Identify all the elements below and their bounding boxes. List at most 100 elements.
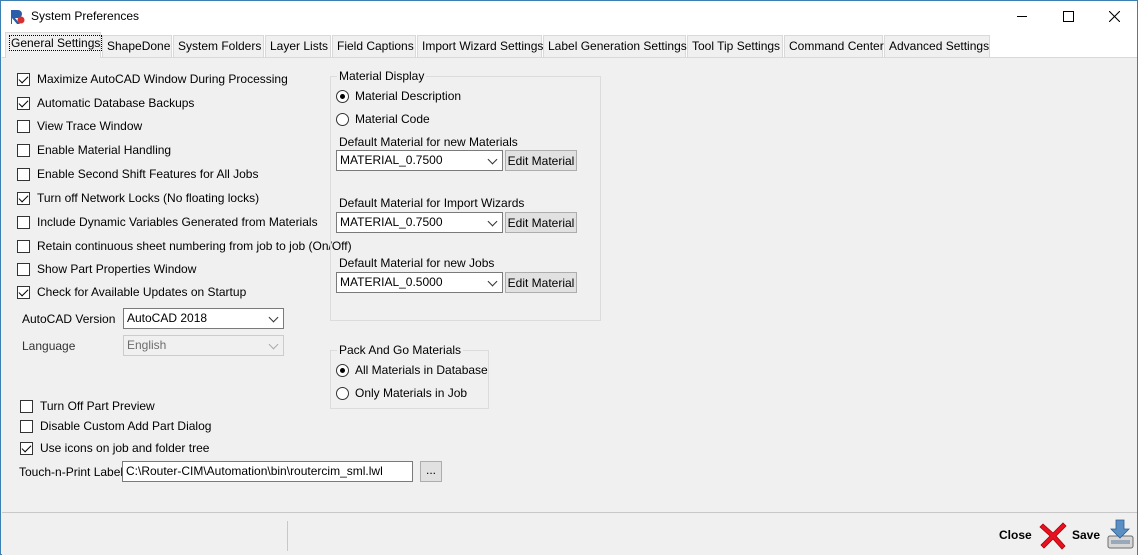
tab-label: Advanced Settings xyxy=(889,39,990,53)
checkbox-label: Enable Second Shift Features for All Job… xyxy=(37,167,259,181)
tab-shapedone[interactable]: ShapeDone xyxy=(102,35,172,57)
edit-material-button[interactable]: Edit Material xyxy=(505,212,577,233)
checkbox-box[interactable] xyxy=(17,96,30,110)
checkbox-label: Automatic Database Backups xyxy=(37,96,195,110)
checkbox-second-shift[interactable]: Enable Second Shift Features for All Job… xyxy=(17,167,258,181)
select-value: MATERIAL_0.7500 xyxy=(340,215,443,229)
tab-layer-lists[interactable]: Layer Lists xyxy=(265,35,331,57)
tab-general-settings[interactable]: General Settings xyxy=(5,32,103,58)
checkbox-box[interactable] xyxy=(17,262,30,276)
checkbox-label: Show Part Properties Window xyxy=(37,262,197,276)
radio-material-code[interactable]: Material Code xyxy=(336,112,430,126)
language-select: English xyxy=(123,335,284,356)
checkbox-box[interactable] xyxy=(20,441,33,455)
save-label: Save xyxy=(1072,527,1101,542)
checkbox-box[interactable] xyxy=(17,72,30,86)
autocad-version-select[interactable]: AutoCAD 2018 xyxy=(123,308,284,329)
radio-dot[interactable] xyxy=(336,386,349,400)
chevron-down-icon xyxy=(487,154,498,165)
tab-label: Tool Tip Settings xyxy=(692,39,781,53)
tab-label-generation-settings[interactable]: Label Generation Settings xyxy=(543,35,687,57)
radio-only-job-materials[interactable]: Only Materials in Job xyxy=(336,386,467,400)
select-value: English xyxy=(127,338,167,352)
browse-button[interactable]: ... xyxy=(420,461,442,482)
tab-label: System Folders xyxy=(178,39,262,53)
group-title: Material Display xyxy=(337,69,427,83)
default-import-wizards-select[interactable]: MATERIAL_0.7500 xyxy=(336,212,503,233)
default-new-materials-select[interactable]: MATERIAL_0.7500 xyxy=(336,150,503,171)
radio-material-description[interactable]: Material Description xyxy=(336,89,461,103)
radio-dot[interactable] xyxy=(336,89,349,103)
tab-system-folders[interactable]: System Folders xyxy=(173,35,264,57)
checkbox-label: Enable Material Handling xyxy=(37,143,172,157)
radio-label: All Materials in Database xyxy=(355,363,488,377)
tab-command-center[interactable]: Command Center xyxy=(784,35,884,57)
checkbox-box[interactable] xyxy=(17,215,30,229)
checkbox-maximize-autocad[interactable]: Maximize AutoCAD Window During Processin… xyxy=(17,72,288,86)
app-logo-icon xyxy=(9,8,26,25)
checkbox-turn-off-part-preview[interactable]: Turn Off Part Preview xyxy=(20,399,155,413)
checkbox-box[interactable] xyxy=(17,191,30,205)
chevron-down-icon xyxy=(268,312,279,323)
checkbox-network-locks[interactable]: Turn off Network Locks (No floating lock… xyxy=(17,191,259,205)
tab-field-captions[interactable]: Field Captions xyxy=(332,35,416,57)
chevron-down-icon xyxy=(268,339,279,350)
checkbox-part-properties[interactable]: Show Part Properties Window xyxy=(17,262,196,276)
edit-material-button[interactable]: Edit Material xyxy=(505,272,577,293)
select-value: AutoCAD 2018 xyxy=(127,311,208,325)
checkbox-auto-db-backups[interactable]: Automatic Database Backups xyxy=(17,96,194,110)
close-icon xyxy=(1108,11,1120,22)
default-new-jobs-select[interactable]: MATERIAL_0.5000 xyxy=(336,272,503,293)
language-label: Language xyxy=(22,339,76,353)
checkbox-material-handling[interactable]: Enable Material Handling xyxy=(17,143,171,157)
checkbox-dynamic-variables[interactable]: Include Dynamic Variables Generated from… xyxy=(17,215,318,229)
tab-label: ShapeDone xyxy=(107,39,171,53)
minimize-button[interactable] xyxy=(999,1,1045,32)
checkbox-box[interactable] xyxy=(20,419,33,433)
checkbox-box[interactable] xyxy=(17,285,30,299)
tab-label: Import Wizard Settings xyxy=(422,39,544,53)
touch-n-print-path-input[interactable]: C:\Router-CIM\Automation\bin\routercim_s… xyxy=(122,461,413,482)
maximize-button[interactable] xyxy=(1045,1,1091,32)
radio-all-materials[interactable]: All Materials in Database xyxy=(336,363,488,377)
checkbox-view-trace-window[interactable]: View Trace Window xyxy=(17,119,142,133)
radio-dot[interactable] xyxy=(336,112,349,126)
tab-label: Layer Lists xyxy=(270,39,329,53)
checkbox-label: Disable Custom Add Part Dialog xyxy=(40,419,212,433)
touch-n-print-label: Touch-n-Print Label xyxy=(19,465,124,479)
checkbox-use-icons-tree[interactable]: Use icons on job and folder tree xyxy=(20,441,209,455)
close-label: Close xyxy=(999,527,1032,542)
checkbox-sheet-numbering[interactable]: Retain continuous sheet numbering from j… xyxy=(17,239,352,253)
autocad-version-label: AutoCAD Version xyxy=(22,312,116,326)
checkbox-box[interactable] xyxy=(17,167,30,181)
checkbox-label: Use icons on job and folder tree xyxy=(40,441,210,455)
window-title: System Preferences xyxy=(31,9,140,23)
system-preferences-window: System Preferences General Settings Shap… xyxy=(0,0,1138,555)
checkbox-label: Check for Available Updates on Startup xyxy=(37,285,247,299)
general-settings-panel: Maximize AutoCAD Window During Processin… xyxy=(2,57,1137,512)
save-button[interactable]: Save xyxy=(1072,513,1136,555)
tab-advanced-settings[interactable]: Advanced Settings xyxy=(884,35,990,57)
close-button[interactable]: Close xyxy=(999,513,1068,555)
checkbox-box[interactable] xyxy=(17,143,30,157)
tab-label: Label Generation Settings xyxy=(548,39,687,53)
save-icon xyxy=(1107,519,1134,548)
checkbox-box[interactable] xyxy=(17,239,30,253)
tab-label: Field Captions xyxy=(337,39,414,53)
tab-import-wizard-settings[interactable]: Import Wizard Settings xyxy=(417,35,544,57)
chevron-down-icon xyxy=(487,216,498,227)
default-new-jobs-label: Default Material for new Jobs xyxy=(339,256,495,270)
radio-label: Material Description xyxy=(355,89,462,103)
close-window-button[interactable] xyxy=(1091,1,1137,32)
radio-dot[interactable] xyxy=(336,363,349,377)
checkbox-check-updates[interactable]: Check for Available Updates on Startup xyxy=(17,285,246,299)
checkbox-box[interactable] xyxy=(17,119,30,133)
red-x-icon xyxy=(1039,521,1067,550)
checkbox-label: Turn off Network Locks (No floating lock… xyxy=(37,191,260,205)
edit-material-button[interactable]: Edit Material xyxy=(505,150,577,171)
checkbox-box[interactable] xyxy=(20,399,33,413)
chevron-down-icon xyxy=(487,276,498,287)
tab-tool-tip-settings[interactable]: Tool Tip Settings xyxy=(687,35,783,57)
maximize-icon xyxy=(1062,11,1074,22)
checkbox-disable-custom-add-part[interactable]: Disable Custom Add Part Dialog xyxy=(20,419,211,433)
